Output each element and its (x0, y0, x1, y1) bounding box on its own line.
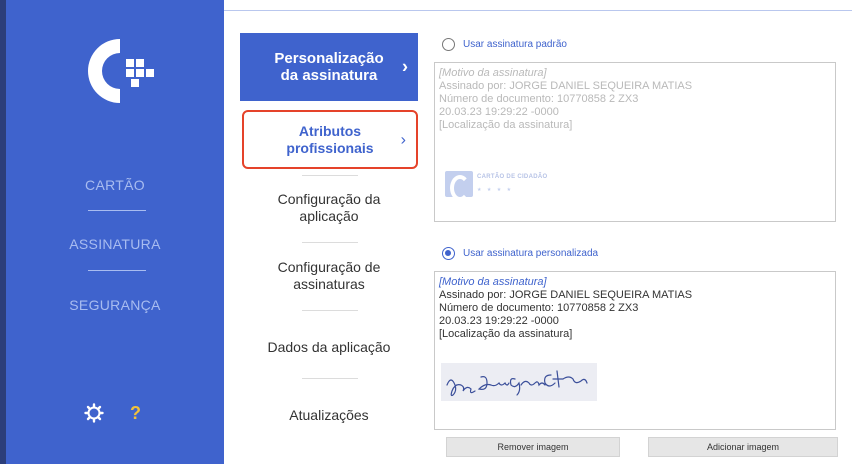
menu-divider (302, 310, 358, 311)
sidebar: CARTÃO ASSINATURA SEGURANÇA ? (0, 0, 224, 464)
menu-item-label: da assinatura (280, 67, 378, 84)
menu-item-atualizacoes[interactable]: Atualizações (240, 400, 418, 430)
sidebar-divider (88, 270, 146, 271)
custom-signature-preview: [Motivo da assinatura] Assinado por: JOR… (434, 271, 836, 430)
cartao-cidadao-logo: CARTÃO DE CIDADÃO ★ ★ ★ ★ (445, 171, 548, 201)
sidebar-item-seguranca[interactable]: SEGURANÇA (6, 297, 224, 313)
radio-button[interactable] (442, 38, 455, 51)
menu-item-label: aplicação (299, 208, 359, 224)
menu-divider (302, 175, 358, 176)
app-window: CARTÃO ASSINATURA SEGURANÇA ? Personaliz… (0, 0, 852, 464)
gear-icon[interactable] (84, 403, 104, 423)
cartao-cidadao-logo-icon (445, 171, 473, 201)
menu-item-label: assinaturas (293, 276, 365, 292)
signature-location: [Localização da assinatura] (439, 328, 573, 340)
help-icon[interactable]: ? (130, 403, 141, 424)
radio-button-selected[interactable] (442, 247, 455, 260)
chevron-right-icon: › (400, 131, 406, 148)
default-signature-preview: [Motivo da assinatura] Assinado por: JOR… (434, 62, 836, 222)
settings-menu: Personalização da assinatura › Atributos… (224, 0, 852, 464)
menu-item-dados-aplicacao[interactable]: Dados da aplicação (240, 332, 418, 362)
menu-divider (302, 242, 358, 243)
signature-datetime: 20.03.23 19:29:22 -0000 (439, 315, 559, 327)
menu-item-label: Atributos (298, 122, 362, 139)
remove-image-button[interactable]: Remover imagem (446, 437, 620, 457)
menu-item-config-aplicacao[interactable]: Configuração da aplicação (240, 186, 418, 230)
signature-datetime: 20.03.23 19:29:22 -0000 (439, 106, 559, 118)
menu-item-personalizacao[interactable]: Personalização da assinatura › (240, 33, 418, 101)
sidebar-item-assinatura[interactable]: ASSINATURA (6, 236, 224, 252)
signature-location: [Localização da assinatura] (439, 119, 573, 131)
logo-stars: ★ ★ ★ ★ (477, 187, 514, 193)
radio-label: Usar assinatura personalizada (463, 248, 599, 259)
chevron-right-icon: › (402, 56, 408, 77)
custom-signature-option[interactable]: Usar assinatura personalizada (442, 247, 598, 260)
radio-label: Usar assinatura padrão (463, 39, 567, 50)
signature-document-number: Número de documento: 10770858 2 ZX3 (439, 93, 639, 105)
menu-item-label: profissionais (286, 139, 374, 156)
menu-item-label: Dados da aplicação (267, 338, 391, 355)
signature-signer: Assinado por: JORGE DANIEL SEQUEIRA MATI… (439, 80, 693, 92)
menu-item-label: Atualizações (289, 406, 369, 423)
signature-reason: [Motivo da assinatura] (439, 67, 547, 79)
signature-document-number: Número de documento: 10770858 2 ZX3 (439, 302, 639, 314)
add-image-button[interactable]: Adicionar imagem (648, 437, 838, 457)
default-signature-option[interactable]: Usar assinatura padrão (442, 38, 567, 51)
signature-signer: Assinado por: JORGE DANIEL SEQUEIRA MATI… (439, 289, 693, 301)
signature-reason: [Motivo da assinatura] (439, 276, 547, 288)
signature-settings-panel: Usar assinatura padrão [Motivo da assina… (424, 0, 852, 464)
handwritten-signature-image (441, 363, 597, 401)
logo-text: CARTÃO DE CIDADÃO (477, 174, 548, 180)
menu-item-label: Configuração da (277, 191, 381, 207)
menu-item-label: Configuração de (277, 259, 381, 275)
sidebar-footer: ? (84, 398, 164, 428)
menu-item-atributos[interactable]: Atributos profissionais › (242, 110, 418, 169)
sidebar-item-cartao[interactable]: CARTÃO (6, 177, 224, 193)
sidebar-divider (88, 210, 146, 211)
menu-divider (302, 378, 358, 379)
menu-item-config-assinaturas[interactable]: Configuração de assinaturas (240, 254, 418, 298)
app-logo-icon (88, 39, 154, 103)
menu-item-label: Personalização (274, 50, 384, 67)
